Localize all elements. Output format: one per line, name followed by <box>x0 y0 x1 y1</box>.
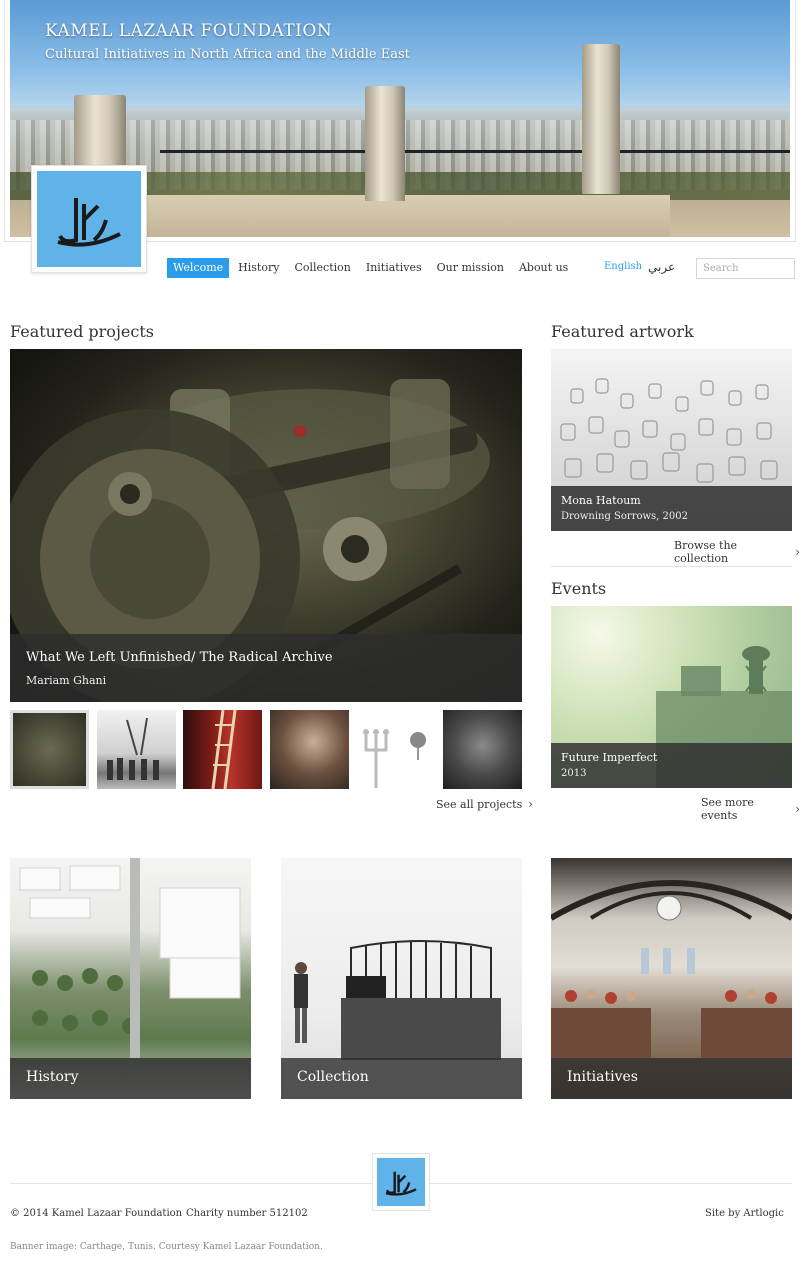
charity-number: Charity number 512102 <box>186 1208 308 1219</box>
copyright-text: © 2014 Kamel Lazaar Foundation <box>10 1208 183 1219</box>
history-tile[interactable]: History <box>10 858 251 1099</box>
featured-project-caption[interactable]: What We Left Unfinished/ The Radical Arc… <box>10 634 522 702</box>
search-input[interactable] <box>696 258 795 279</box>
history-tile-label: History <box>10 1058 251 1099</box>
initiatives-tile-label: Initiatives <box>551 1058 792 1099</box>
divider <box>551 566 792 567</box>
nav-initiatives[interactable]: Initiatives <box>360 258 428 278</box>
project-thumbnail[interactable] <box>10 710 89 789</box>
nav-history[interactable]: History <box>232 258 285 278</box>
event-caption[interactable]: Future Imperfect 2013 <box>551 743 792 788</box>
see-all-projects-label: See all projects <box>436 797 523 811</box>
project-thumbnail[interactable] <box>183 710 262 789</box>
chevron-right-icon: › <box>795 545 800 559</box>
featured-project-artist: Mariam Ghani <box>26 674 107 687</box>
banner-credit: Banner image: Carthage, Tunis. Courtesy … <box>10 1242 323 1252</box>
project-thumbnails <box>10 710 522 790</box>
foundation-logo-icon <box>57 198 121 247</box>
browse-collection-link[interactable]: Browse the collection › <box>674 539 800 565</box>
site-subtitle: Cultural Initiatives in North Africa and… <box>45 47 410 62</box>
logo[interactable] <box>31 165 147 273</box>
footer-logo[interactable] <box>372 1153 430 1211</box>
event-year: 2013 <box>561 768 587 779</box>
foundation-logo-icon <box>385 1171 417 1196</box>
site-by-link[interactable]: Site by Artlogic <box>705 1208 784 1219</box>
artwork-title: Drowning Sorrows, 2002 <box>561 511 688 522</box>
project-thumbnail[interactable] <box>97 710 176 789</box>
artwork-artist: Mona Hatoum <box>561 494 641 507</box>
nav-collection[interactable]: Collection <box>288 258 356 278</box>
language-arabic-link[interactable]: عربي <box>648 260 675 274</box>
browse-collection-label: Browse the collection <box>674 539 738 565</box>
featured-artwork-caption[interactable]: Mona Hatoum Drowning Sorrows, 2002 <box>551 486 792 531</box>
nav-welcome[interactable]: Welcome <box>167 258 230 278</box>
project-thumbnail[interactable] <box>270 710 349 789</box>
initiatives-tile[interactable]: Initiatives <box>551 858 792 1099</box>
chevron-right-icon: › <box>528 797 534 811</box>
nav-our-mission[interactable]: Our mission <box>431 258 510 278</box>
collection-tile-label: Collection <box>281 1058 522 1099</box>
events-heading: Events <box>551 579 607 598</box>
language-english-link[interactable]: English <box>604 261 642 272</box>
see-all-projects-link[interactable]: See all projects › <box>436 797 533 811</box>
project-thumbnail[interactable] <box>443 710 522 789</box>
site-title: KAMEL LAZAAR FOUNDATION <box>45 21 333 41</box>
featured-projects-heading: Featured projects <box>10 322 154 341</box>
chevron-right-icon: › <box>795 802 800 816</box>
featured-project-title: What We Left Unfinished/ The Radical Arc… <box>26 650 333 665</box>
see-more-events-label: See more events <box>701 796 754 822</box>
main-nav: Welcome History Collection Initiatives O… <box>167 258 577 278</box>
project-thumbnail[interactable] <box>356 710 435 789</box>
see-more-events-link[interactable]: See more events › <box>701 796 800 822</box>
event-title: Future Imperfect <box>561 751 658 764</box>
featured-artwork-heading: Featured artwork <box>551 322 694 341</box>
nav-about-us[interactable]: About us <box>513 258 574 278</box>
collection-tile[interactable]: Collection <box>281 858 522 1099</box>
